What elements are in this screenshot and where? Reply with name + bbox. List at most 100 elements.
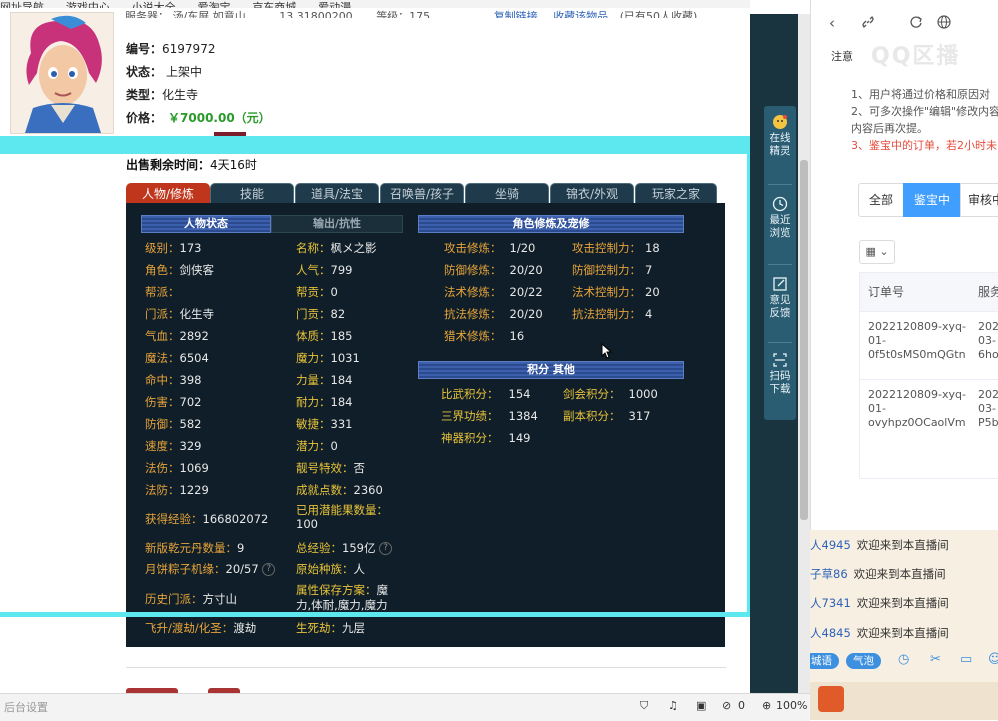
table-cell-service: 202203-P5b4 <box>978 388 998 429</box>
selection-frame-top <box>0 136 752 154</box>
character-avatar <box>10 12 114 134</box>
section-header-points: 积分 其他 <box>418 361 684 379</box>
feedback-button[interactable]: 意见反馈 <box>764 276 796 320</box>
points-row: 剑会积分： 1000 <box>563 387 658 401</box>
section-header-output[interactable]: 输出/抗性 <box>271 215 403 233</box>
favorite-link[interactable]: 收藏该物品 <box>553 10 608 18</box>
mouse-cursor-icon <box>601 343 613 359</box>
clock-icon[interactable]: ◷ <box>898 652 909 667</box>
control-row: 抗法控制力： 4 <box>572 307 653 321</box>
bookmark-item[interactable]: 游戏中心 <box>66 0 110 8</box>
tab-pets[interactable]: 召唤兽/孩子 <box>380 183 464 204</box>
tab-items[interactable]: 道具/法宝 <box>295 183 379 204</box>
item-price: 价格： ￥7000.00（元） <box>126 111 271 125</box>
points-row: 比武积分： 154 <box>441 387 531 401</box>
bubble-button[interactable]: 气泡 <box>846 653 881 669</box>
copy-link[interactable]: 复制链接 <box>494 10 538 18</box>
tab-outfits[interactable]: 锦衣/外观 <box>550 183 634 204</box>
lock-icon[interactable]: ▣ <box>696 699 706 712</box>
tab-home[interactable]: 玩家之家 <box>635 183 717 204</box>
scissors-icon[interactable]: ✂ <box>930 652 941 667</box>
scheme-row: 属性保存方案：魔 力,体耐,魔力,魔力 <box>296 583 388 612</box>
recent-browse-label: 最近浏览 <box>769 214 791 239</box>
table-cell-order[interactable]: 2022120809-xyq- 01- 0f5t0sMS0mQGtn <box>868 320 966 362</box>
header-row: 服务器： 汤/东屏 如意山 13 31800200 等级：175 复制链接 收藏… <box>125 8 735 18</box>
selection-frame-bottom <box>0 612 752 617</box>
notice-title: 注意 <box>831 50 853 63</box>
tab-mounts[interactable]: 坐骑 <box>465 183 549 204</box>
column-toggle-button[interactable]: ▦ ⌄ <box>859 240 895 264</box>
stat-row: 魔法：6504 <box>145 351 209 365</box>
clock-icon <box>772 196 788 212</box>
table-cell-order[interactable]: 2022120809-xyq- 01- ovyhpz0OCaolVm <box>868 388 966 430</box>
browser-status-bar: 后台设置 ⛉ ♫ ▣ ⊘ 0 ⊕ 100% <box>0 693 810 721</box>
city-chat-button[interactable]: 城语 <box>810 653 839 669</box>
stat-row: 体质：185 <box>296 329 353 343</box>
watermark-text: QQ区播 <box>871 44 961 69</box>
tab-character[interactable]: 人物/修炼 <box>126 183 210 204</box>
notice-line: 内容后再次提。 <box>851 122 928 135</box>
chat-message: 子草86 欢迎来到本直播间 <box>810 567 946 581</box>
gift-strip <box>810 682 998 720</box>
scrollbar-thumb[interactable] <box>800 160 808 520</box>
scan-download-button[interactable]: 扫码下载 <box>764 352 796 396</box>
divider <box>126 667 726 668</box>
cultivate-row: 法术修炼： 20/22 <box>444 285 543 299</box>
bookmark-item[interactable]: 京东商城 <box>252 0 296 8</box>
help-icon[interactable]: ? <box>379 542 393 555</box>
segment-appraising[interactable]: 鉴宝中 <box>903 183 961 217</box>
block-icon[interactable]: ⊘ <box>722 699 731 712</box>
recent-browse-button[interactable]: 最近浏览 <box>764 196 796 240</box>
image-icon[interactable]: ▭ <box>960 652 972 667</box>
right-panel: ‹ QQ区播 注意 1、用户将通过价格和原因对 2、可多次操作"编辑"修改内容 … <box>810 0 998 530</box>
points-row: 神器积分： 149 <box>441 431 531 445</box>
globe-icon[interactable] <box>937 15 951 29</box>
bookmark-item[interactable]: 爱淘宝 <box>197 0 230 8</box>
character-portrait-icon <box>11 13 113 133</box>
ascend-row: 飞升/渡劫/化圣：渡劫 <box>145 621 257 635</box>
section-header-cultivate: 角色修炼及宠修 <box>418 215 684 233</box>
bookmark-bar: 网址导航 游戏中心 小说大全 爱淘宝 京东商城 爱动漫 <box>0 0 750 8</box>
stat-row: 耐力：184 <box>296 395 353 409</box>
tab-skills[interactable]: 技能 <box>210 183 294 204</box>
segment-all[interactable]: 全部 <box>858 183 904 217</box>
scan-download-label: 扫码下载 <box>769 370 791 395</box>
stat-row: 力量：184 <box>296 373 353 387</box>
segment-reviewing[interactable]: 审核中 <box>960 183 998 217</box>
link-icon[interactable] <box>861 15 875 29</box>
refresh-icon[interactable] <box>909 15 923 29</box>
online-sprite-button[interactable]: 在线精灵 <box>764 114 796 158</box>
item-status: 状态： 上架中 <box>126 65 203 79</box>
zoom-icon[interactable]: ⊕ <box>762 699 771 712</box>
floating-toolbar: 在线精灵 最近浏览 意见反馈 扫码下载 <box>764 106 796 420</box>
stat-row: 门派：化生寺 <box>145 307 214 321</box>
stat-row: 气血：2892 <box>145 329 209 343</box>
stat-row: 法伤：1069 <box>145 461 209 475</box>
bookmark-item[interactable]: 网址导航 <box>0 0 44 8</box>
divider <box>768 342 792 343</box>
gift-icon[interactable] <box>818 686 844 712</box>
notice-line-warning: 3、鉴宝中的订单，若2小时未 <box>851 139 997 152</box>
divider <box>768 264 792 265</box>
scan-icon <box>773 353 787 367</box>
speaker-icon[interactable]: ♫ <box>668 699 678 712</box>
help-icon[interactable]: ? <box>262 563 276 576</box>
stat-row: 魔力：1031 <box>296 351 360 365</box>
cultivate-row: 攻击修炼： 1/20 <box>444 241 536 255</box>
stat-row: 命中：398 <box>145 373 202 387</box>
item-type: 类型：化生寺 <box>126 88 199 102</box>
zoom-level[interactable]: 100% <box>776 699 807 712</box>
chat-toolbar: 城语 气泡 ◷ ✂ ▭ ☺ <box>810 650 998 674</box>
bookmark-item[interactable]: 爱动漫 <box>318 0 351 8</box>
cultivate-row: 抗法修炼： 20/20 <box>444 307 543 321</box>
back-icon[interactable]: ‹ <box>829 14 835 32</box>
shield-icon[interactable]: ⛉ <box>640 699 648 713</box>
stat-row: 角色：剑侠客 <box>145 263 214 277</box>
bookmark-item[interactable]: 小说大全 <box>132 0 176 8</box>
emoji-icon[interactable]: ☺ <box>988 652 998 667</box>
stat-row: 帮派： <box>145 285 180 299</box>
points-row: 副本积分： 317 <box>563 409 651 423</box>
control-row: 防御控制力： 7 <box>572 263 653 277</box>
potion-row: 已用潜能果数量： 100 <box>296 503 388 531</box>
cultivate-row: 防御修炼： 20/20 <box>444 263 543 277</box>
